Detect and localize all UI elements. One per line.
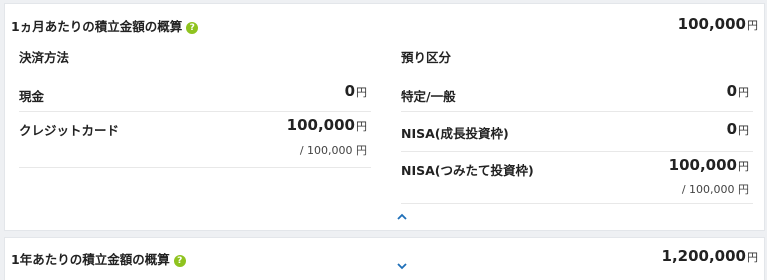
deposit-amount-nisa-tsumitate-value: 100,000 (668, 156, 737, 174)
deposit-row-nisa-tsumitate: NISA(つみたて投資枠) 100,000円 / 100,000 円 (401, 152, 753, 204)
chevron-up-icon[interactable] (396, 211, 408, 223)
payment-amount-cash: 0円 (345, 82, 367, 100)
payment-amount-credit-card: 100,000円 (287, 116, 367, 134)
deposit-label-nisa-growth: NISA(成長投資枠) (401, 126, 509, 141)
deposit-amount-nisa-growth-value: 0 (726, 120, 737, 138)
deposit-limit-nisa-tsumitate: / 100,000 円 (681, 183, 749, 196)
deposit-category-section: 預り区分 特定/一般 0円 NISA(成長投資枠) 0円 NISA(つみたて投資… (401, 47, 753, 204)
yearly-total: 1,200,000円 (662, 247, 758, 265)
monthly-total-unit: 円 (747, 19, 758, 32)
deposit-amount-specific-general-unit: 円 (738, 86, 749, 99)
deposit-row-specific-general: 特定/一般 0円 (401, 78, 753, 112)
deposit-category-heading: 預り区分 (401, 50, 452, 65)
monthly-title-text: 1ヵ月あたりの積立金額の概算 (11, 19, 183, 34)
payment-row-cash: 現金 0円 (19, 78, 371, 112)
monthly-total-value: 100,000 (677, 15, 746, 33)
payment-amount-cash-value: 0 (344, 82, 355, 100)
question-mark-icon[interactable]: ? (186, 22, 199, 34)
yearly-total-value: 1,200,000 (661, 247, 746, 265)
yearly-total-unit: 円 (747, 251, 758, 264)
deposit-amount-specific-general-value: 0 (726, 82, 737, 100)
deposit-label-nisa-tsumitate: NISA(つみたて投資枠) (401, 163, 534, 178)
payment-label-cash: 現金 (19, 89, 45, 104)
deposit-amount-nisa-growth: 0円 (727, 120, 749, 138)
payment-method-section: 決済方法 現金 0円 クレジットカード 100,000円 / 100,000 円 (19, 47, 371, 168)
yearly-title-text: 1年あたりの積立金額の概算 (11, 252, 170, 267)
yearly-title: 1年あたりの積立金額の概算? (11, 249, 186, 268)
payment-limit-credit-card: / 100,000 円 (299, 144, 367, 157)
deposit-amount-nisa-tsumitate-unit: 円 (738, 160, 749, 173)
deposit-amount-specific-general: 0円 (727, 82, 749, 100)
yearly-summary-card: 1年あたりの積立金額の概算? 1,200,000円 (4, 237, 765, 280)
payment-amount-cash-unit: 円 (356, 86, 367, 99)
deposit-amount-nisa-growth-unit: 円 (738, 124, 749, 137)
payment-row-credit-card: クレジットカード 100,000円 / 100,000 円 (19, 112, 371, 168)
deposit-label-specific-general: 特定/一般 (401, 89, 456, 104)
monthly-total: 100,000円 (678, 15, 758, 33)
monthly-title: 1ヵ月あたりの積立金額の概算? (11, 16, 199, 35)
payment-label-credit-card: クレジットカード (19, 123, 120, 138)
monthly-summary-card: 1ヵ月あたりの積立金額の概算? 100,000円 決済方法 現金 0円 クレジッ… (4, 3, 765, 231)
payment-amount-credit-card-value: 100,000 (286, 116, 355, 134)
chevron-down-icon[interactable] (396, 260, 408, 272)
payment-amount-credit-card-unit: 円 (356, 120, 367, 133)
deposit-amount-nisa-tsumitate: 100,000円 (669, 156, 749, 174)
question-mark-icon[interactable]: ? (173, 255, 186, 267)
deposit-row-nisa-growth: NISA(成長投資枠) 0円 (401, 112, 753, 152)
payment-method-heading: 決済方法 (19, 50, 70, 65)
